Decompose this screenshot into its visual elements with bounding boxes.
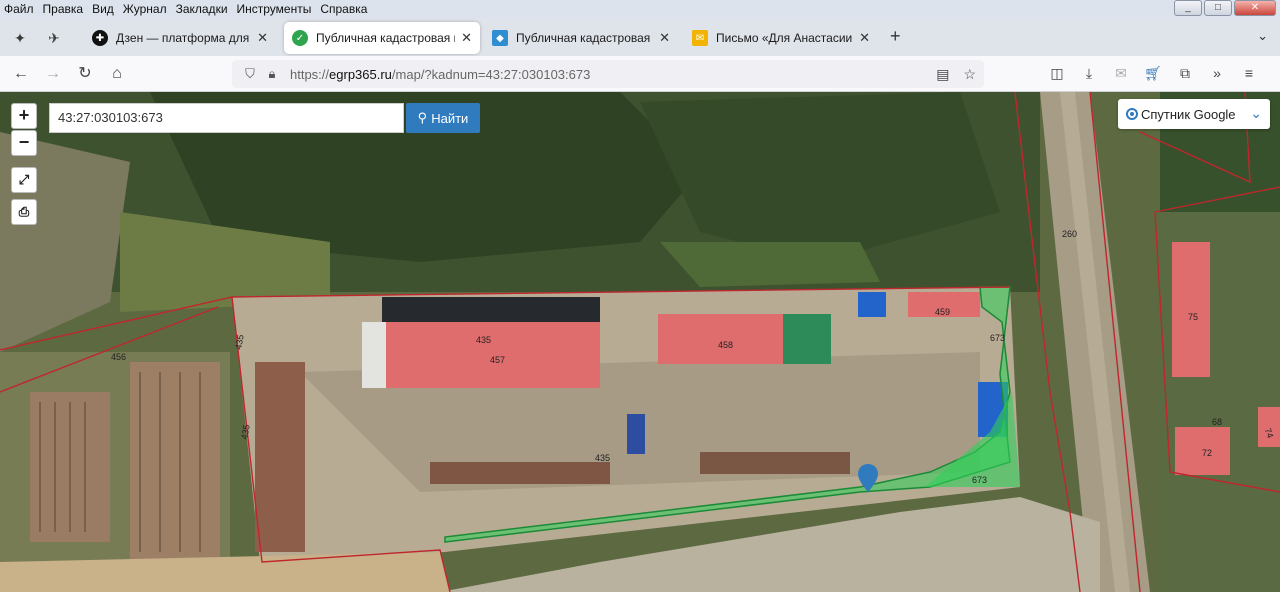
menu-icon[interactable]: ≡ (1240, 64, 1258, 82)
menu-history[interactable]: Журнал (123, 2, 167, 16)
parcel-label: 458 (718, 340, 734, 350)
menu-bookmarks[interactable]: Закладки (176, 2, 228, 16)
tab-cadastral-active[interactable]: ✓ Публичная кадастровая карта ✕ (284, 22, 480, 54)
zoom-in-button[interactable]: + (11, 103, 37, 129)
parcel-label: 459 (935, 307, 951, 317)
chevron-down-icon[interactable]: ⌄ (1257, 28, 1268, 44)
close-tab-icon[interactable]: ✕ (461, 30, 472, 46)
dzen-favicon-icon: ✚ (92, 30, 108, 46)
find-button[interactable]: ⚲ Найти (406, 103, 480, 133)
chevron-down-icon[interactable]: ⌄ (1250, 105, 1262, 122)
tab-title: Дзен — платформа для прос (116, 31, 251, 45)
new-tab-icon[interactable]: + (890, 26, 901, 47)
layer-label: Спутник Google (1141, 106, 1236, 122)
toolbar-icons: ◫ ⤓ ✉ 🛒︎ ⧉ » ≡ (1048, 64, 1258, 82)
address-bar[interactable]: ⛉ 🔒︎ https://egrp365.ru/map/?kadnum=43:2… (232, 60, 984, 88)
parcel-label: 457 (490, 355, 506, 365)
tab-mail[interactable]: ✉ Письмо «Для Анастасии Влад ✕ (684, 22, 878, 54)
overflow-icon[interactable]: » (1208, 64, 1226, 82)
url-text[interactable]: https://egrp365.ru/map/?kadnum=43:27:030… (290, 67, 590, 82)
satellite-imagery (0, 92, 1280, 592)
find-button-label: Найти (431, 110, 469, 126)
mail-favicon-icon: ✉ (692, 30, 708, 46)
parcel-label: 456 (111, 352, 127, 362)
tab-cadastral[interactable]: ◆ Публичная кадастровая карта ✕ (484, 22, 678, 54)
map-favicon-icon: ◆ (492, 30, 508, 46)
search-icon: ⚲ (417, 110, 428, 125)
parcel-label: 260 (1062, 229, 1078, 239)
maximize-button[interactable]: □ (1204, 0, 1232, 16)
print-icon[interactable]: ⎙ (11, 199, 37, 225)
urlbar-actions: ▤ ☆ (936, 66, 976, 83)
parcel-label: 75 (1188, 312, 1199, 322)
cadastral-search-input[interactable]: 43:27:030103:673 (49, 103, 404, 133)
menu-help[interactable]: Справка (320, 2, 367, 16)
check-favicon-icon: ✓ (292, 30, 308, 46)
cart-icon[interactable]: 🛒︎ (1144, 64, 1162, 82)
extensions-icon[interactable]: ⧉ (1176, 64, 1194, 82)
fullscreen-icon[interactable]: ⤢ (11, 167, 37, 193)
parcel-label: 435 (595, 453, 611, 463)
tab-title: Публичная кадастровая карта (316, 31, 455, 45)
menu-view[interactable]: Вид (92, 2, 114, 16)
tab-strip: ✦ ✈ ✚ Дзен — платформа для прос ✕ ✓ Публ… (0, 18, 1280, 56)
menu-tools[interactable]: Инструменты (237, 2, 312, 16)
tab-title: Публичная кадастровая карта (516, 31, 653, 45)
reader-view-icon[interactable]: ▤ (936, 66, 949, 83)
location-pin-icon[interactable] (858, 464, 878, 492)
extension-icon[interactable]: ✦ (10, 28, 30, 48)
shield-icon[interactable]: ⛉ (240, 66, 260, 82)
menu-file[interactable]: Файл (4, 2, 34, 16)
close-tab-icon[interactable]: ✕ (659, 30, 670, 46)
close-tab-icon[interactable]: ✕ (859, 30, 870, 46)
minimize-button[interactable]: _ (1174, 0, 1202, 16)
bookmark-star-icon[interactable]: ☆ (963, 66, 976, 83)
parcel-label: 72 (1202, 448, 1213, 458)
parcel-label: 68 (1212, 417, 1223, 427)
forward-icon[interactable]: → (42, 64, 64, 84)
back-icon[interactable]: ← (10, 64, 32, 84)
close-window-button[interactable]: ✕ (1234, 0, 1276, 16)
radio-selected-icon (1126, 108, 1138, 120)
cadastral-map[interactable]: 456 435 435 435 457 435 458 459 673 673 … (0, 92, 1280, 592)
navigation-bar: ← → ↻ ⌂ ⛉ 🔒︎ https://egrp365.ru/map/?kad… (0, 56, 1280, 92)
mail-icon[interactable]: ✉ (1112, 64, 1130, 82)
tab-dzen[interactable]: ✚ Дзен — платформа для прос ✕ (84, 22, 276, 54)
download-icon[interactable]: ⤓ (1080, 64, 1098, 82)
menu-bar: Файл Правка Вид Журнал Закладки Инструме… (0, 0, 1280, 18)
reload-icon[interactable]: ↻ (74, 64, 96, 84)
pinned-tab-icon[interactable]: ✈ (44, 28, 64, 48)
lock-icon[interactable]: 🔒︎ (262, 66, 282, 82)
parcel-label: 435 (476, 335, 492, 345)
home-icon[interactable]: ⌂ (106, 64, 128, 84)
layer-selector[interactable]: Спутник Google ⌄ (1118, 99, 1270, 129)
close-tab-icon[interactable]: ✕ (257, 30, 268, 46)
parcel-label: 673 (972, 475, 988, 485)
menu-edit[interactable]: Правка (43, 2, 84, 16)
window-controls: _ □ ✕ (1174, 0, 1276, 16)
pocket-icon[interactable]: ◫ (1048, 64, 1066, 82)
parcel-label: 673 (990, 333, 1006, 343)
zoom-out-button[interactable]: − (11, 130, 37, 156)
tab-title: Письмо «Для Анастасии Влад (716, 31, 853, 45)
